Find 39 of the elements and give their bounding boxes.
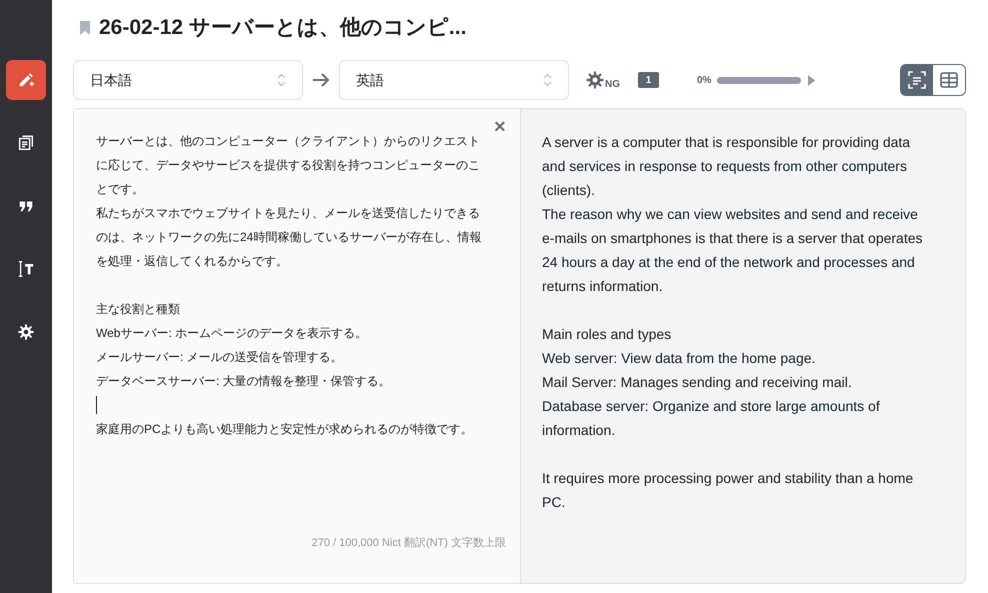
bookmark-icon: [80, 21, 90, 35]
chevron-up-down-icon: [277, 73, 286, 87]
text-paragraph: 私たちがスマホでウェブサイトを見たり、メールを送受信したりできるのは、ネットワークの先に24時間稼働しているサーバーが存在し、情報を処理・返信してくれるからです。: [96, 205, 482, 270]
text-view-button[interactable]: [901, 65, 933, 95]
chevron-up-down-icon: [543, 73, 552, 87]
progress-percent: 0%: [697, 74, 712, 88]
scan-text-icon: [908, 71, 926, 89]
ng-settings-button[interactable]: NG: [585, 70, 620, 90]
target-language-select[interactable]: 英語: [339, 60, 569, 100]
text-paragraph: Mail Server: Manages sending and receiving mail.: [542, 373, 853, 392]
text-paragraph: The reason why we can view websites and send and receive e-mails on smartphones is that there is a server that operates 24 hours a day at the end of the network and processes and returns information.: [542, 205, 924, 296]
sidebar-item[interactable]: [6, 60, 46, 100]
grid-icon: [940, 71, 958, 89]
close-button[interactable]: ×: [494, 117, 506, 137]
text-paragraph: Database server: Organize and store large amounts of information.: [542, 397, 881, 440]
text-paragraph: サーバーとは、他のコンピューター（クライアント）からのリクエストに応じて、データやサービスを提供する役割を持つコンピューターのことです。: [96, 133, 481, 198]
text-cursor-icon: [17, 260, 35, 278]
gear-icon: [585, 70, 605, 90]
character-counter: 270 / 100,000 Nict 翻訳(NT) 文字数上限: [312, 536, 506, 550]
text-paragraph: Web server: View data from the home page.: [542, 349, 816, 368]
document-title: 26-02-12 サーバーとは、他のコンピ...: [99, 15, 466, 42]
arrow-right-icon: [312, 72, 330, 88]
text-paragraph: Webサーバー: ホームページのデータを表示する。: [96, 325, 368, 342]
text-paragraph: A server is a computer that is responsible for providing data and services in response to requests from other computers (clients).: [542, 133, 912, 200]
text-paragraph: It requires more processing power and stability than a home PC.: [542, 469, 914, 512]
text-paragraph: データベースサーバー: 大量の情報を整理・保管する。: [96, 373, 392, 390]
documents-icon: [17, 134, 35, 152]
pencil-plus-icon: [17, 71, 35, 89]
text-cursor: [96, 396, 97, 414]
selected-language: 英語: [356, 70, 384, 90]
source-language-select[interactable]: 日本語: [73, 60, 303, 100]
folder-button[interactable]: 1: [638, 72, 659, 88]
text-paragraph: メールサーバー: メールの送受信を管理する。: [96, 349, 344, 366]
text-paragraph: Main roles and types: [542, 325, 672, 344]
play-icon: [808, 74, 816, 86]
settings-icon: [17, 323, 35, 341]
text-paragraph: 家庭用のPCよりも高い処理能力と安定性が求められるのが特徴です。: [96, 421, 474, 438]
selected-language: 日本語: [90, 70, 132, 90]
text-paragraph: 主な役割と種類: [96, 301, 181, 318]
